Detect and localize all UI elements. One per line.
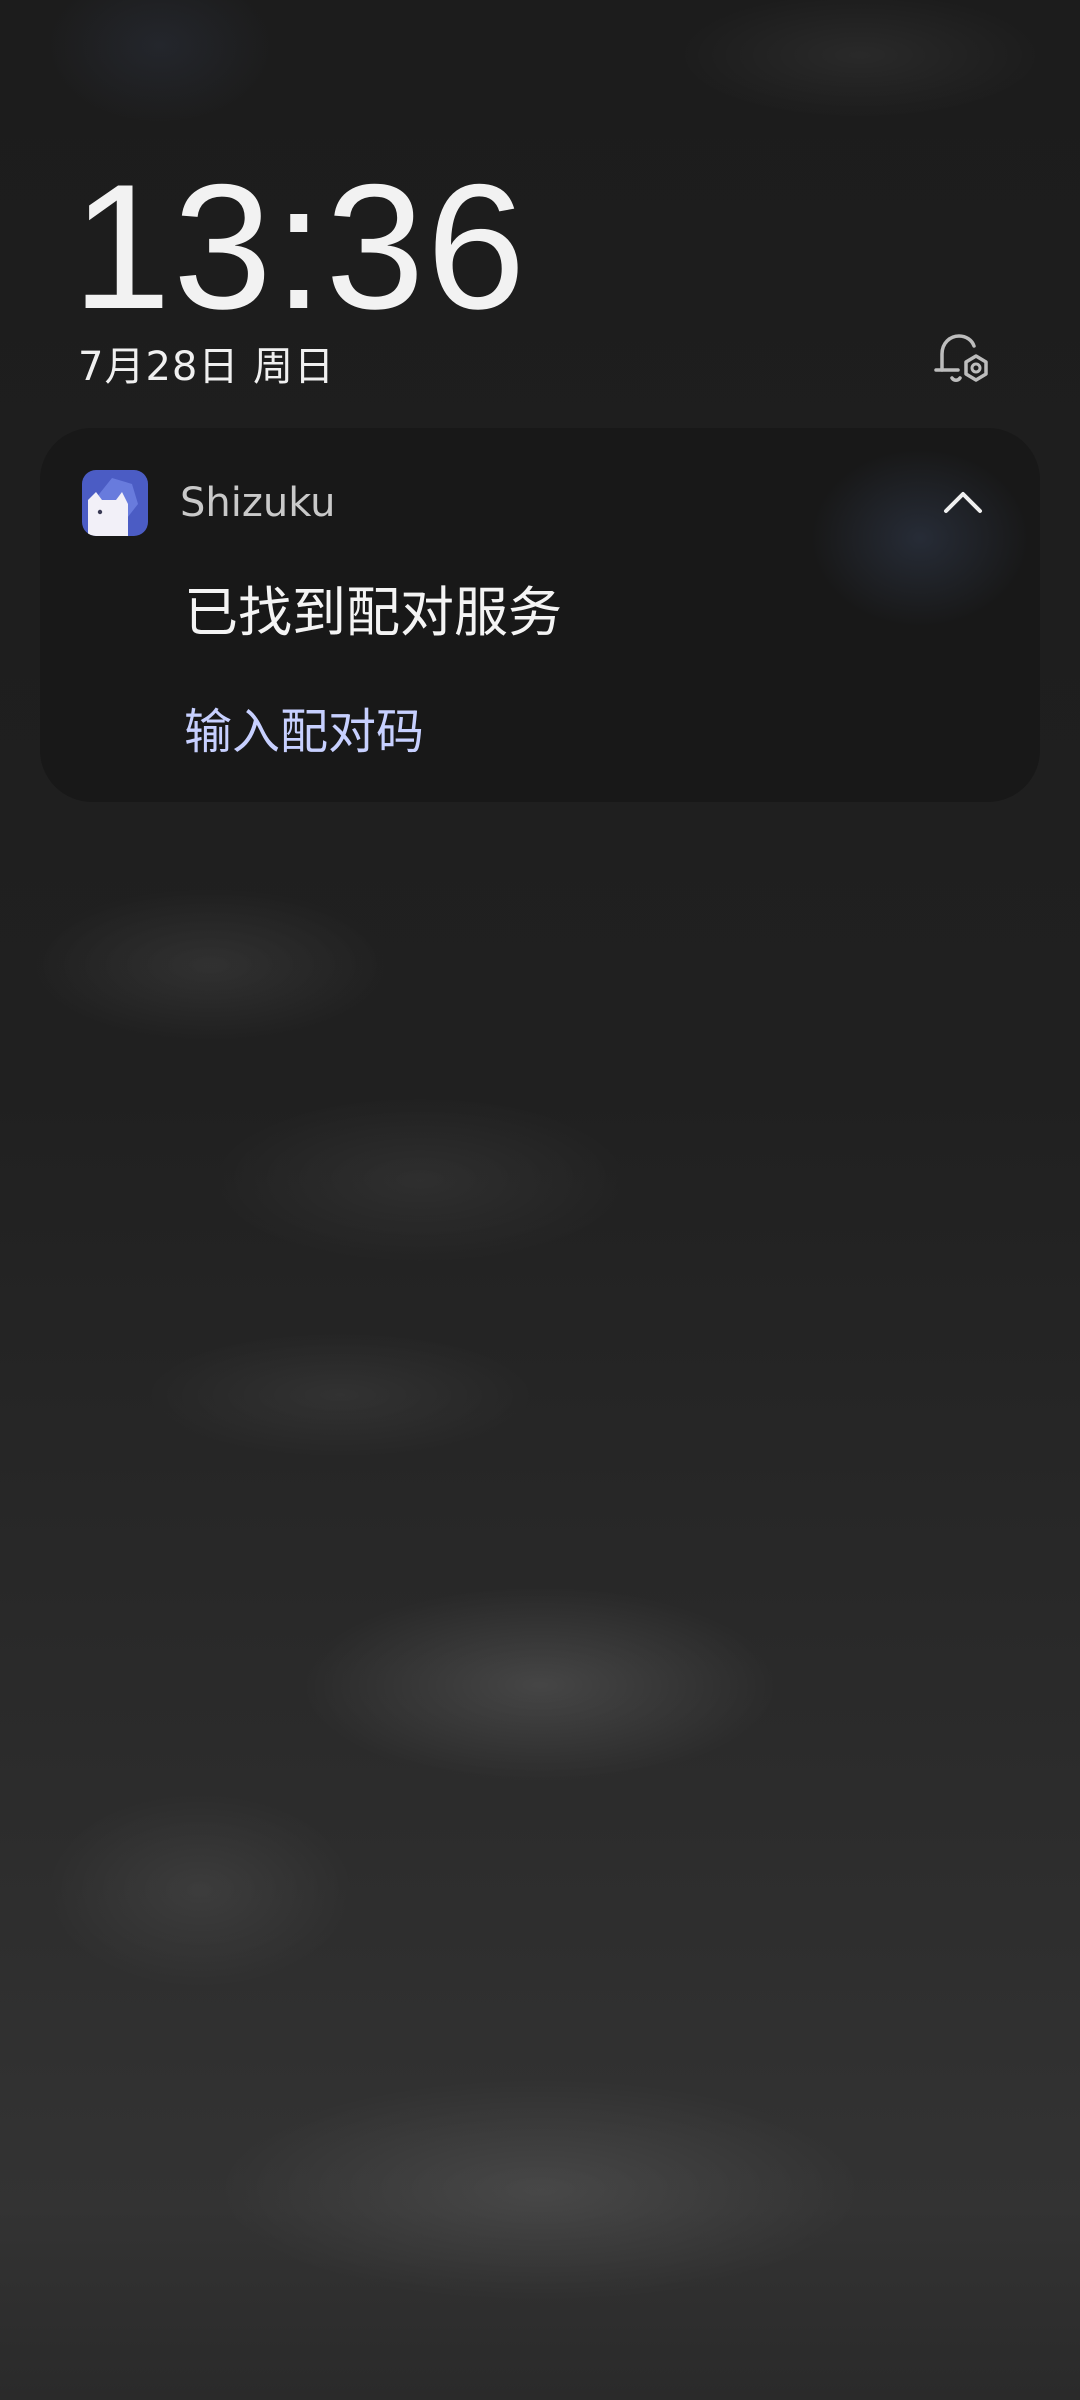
bell-gear-icon: [934, 334, 988, 382]
card-glow: [810, 448, 1030, 628]
shizuku-app-icon: [82, 470, 148, 536]
enter-pairing-code-button[interactable]: 输入配对码: [184, 692, 424, 762]
notification-app-name: Shizuku: [180, 480, 336, 526]
notification-card[interactable]: Shizuku 已找到配对服务 输入配对码: [40, 428, 1040, 802]
chevron-up-icon: [944, 492, 982, 513]
lockscreen-date: 7月28日 周日: [78, 344, 336, 390]
lockscreen-clock: 13:36: [72, 147, 528, 346]
notification-title: 已找到配对服务: [184, 581, 562, 644]
notification-settings-button[interactable]: [928, 326, 994, 392]
collapse-notification-button[interactable]: [940, 480, 986, 526]
